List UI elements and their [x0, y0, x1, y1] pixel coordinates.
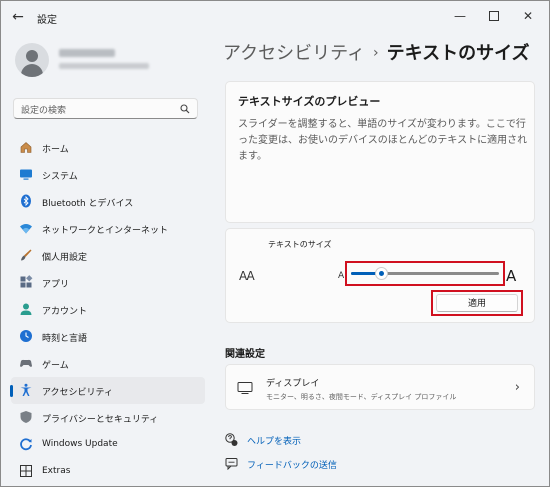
maximize-icon	[489, 10, 499, 21]
wifi-icon	[20, 224, 32, 234]
sidebar-item-time-language[interactable]: 時刻と言語	[11, 323, 205, 350]
chevron-right-icon: ›	[514, 380, 520, 395]
sidebar-item-accessibility[interactable]: アクセシビリティ	[10, 377, 205, 404]
preview-text: スライダーを調整すると、単語のサイズが変わります。ここで行った変更は、お使いのデ…	[238, 119, 528, 162]
sidebar-item-home[interactable]: ホーム	[11, 134, 205, 161]
back-button[interactable]: ←	[7, 7, 29, 27]
sidebar-item-privacy[interactable]: プライバシーとセキュリティ	[11, 404, 205, 431]
close-button[interactable]: ✕	[511, 5, 545, 27]
sidebar-nav: ホーム システム Bluetooth とデバイス ネットワークとインターネット	[10, 134, 205, 485]
minimize-button[interactable]: —	[443, 5, 477, 27]
display-subtitle: モニター、明るさ、夜間モード、ディスプレイ プロファイル	[266, 393, 457, 401]
search-placeholder: 設定の検索	[21, 106, 67, 116]
avatar-head	[26, 50, 38, 62]
sidebar-item-network[interactable]: ネットワークとインターネット	[11, 215, 205, 242]
slider-max-label: A	[506, 267, 517, 285]
bluetooth-icon	[21, 194, 31, 208]
avatar[interactable]	[15, 43, 49, 77]
sidebar-item-label: システム	[42, 172, 78, 182]
slider-thumb[interactable]	[375, 268, 387, 279]
sidebar-item-extras[interactable]: Extras	[11, 458, 205, 485]
text-size-icon: AA	[239, 269, 255, 283]
slider-highlight	[345, 261, 505, 286]
sidebar-item-gaming[interactable]: ゲーム	[11, 350, 205, 377]
sidebar-item-label: アクセシビリティ	[42, 388, 114, 398]
sidebar-item-personalization[interactable]: 個人用設定	[11, 242, 205, 269]
sidebar-item-label: アプリ	[42, 280, 70, 290]
maximize-button[interactable]	[477, 5, 511, 27]
sidebar-item-label: Bluetooth とデバイス	[42, 199, 134, 209]
accessibility-icon	[20, 383, 32, 396]
search-icon	[180, 104, 190, 114]
extras-icon	[20, 465, 32, 477]
feedback-link-label[interactable]: フィードバックの送信	[247, 458, 337, 471]
sidebar-item-system[interactable]: システム	[11, 161, 205, 188]
sidebar-item-accounts[interactable]: アカウント	[11, 296, 205, 323]
help-icon	[225, 433, 238, 446]
user-email-redacted	[59, 63, 149, 69]
display-title: ディスプレイ	[266, 379, 320, 389]
text-size-label: テキストのサイズ	[268, 240, 332, 249]
sidebar-item-label: 個人用設定	[42, 253, 88, 263]
apply-highlight: 適用	[431, 290, 523, 316]
sidebar-item-label: 時刻と言語	[42, 334, 88, 344]
breadcrumb: アクセシビリティ › テキストのサイズ	[223, 39, 530, 65]
title-bar: ← 設定 — ✕	[1, 1, 549, 33]
user-name-redacted	[59, 49, 115, 57]
preview-title: テキストサイズのプレビュー	[238, 95, 381, 108]
sidebar-item-label: ホーム	[42, 145, 69, 155]
sidebar-item-label: ネットワークとインターネット	[42, 226, 169, 236]
text-size-card: テキストのサイズ AA A A 適用	[225, 228, 535, 323]
page-title: テキストのサイズ	[386, 43, 530, 64]
system-icon	[20, 169, 32, 180]
sidebar-item-label: ゲーム	[42, 361, 69, 371]
shield-icon	[20, 411, 32, 423]
sidebar-item-label: アカウント	[42, 307, 88, 317]
breadcrumb-separator: ›	[373, 45, 379, 61]
app-title: 設定	[37, 15, 57, 26]
sidebar-item-label: Windows Update	[42, 439, 118, 449]
gamepad-icon	[20, 359, 32, 367]
help-link-label[interactable]: ヘルプを表示	[247, 434, 301, 447]
display-icon	[237, 382, 253, 394]
slider-min-label: A	[338, 271, 345, 281]
sidebar-item-bluetooth[interactable]: Bluetooth とデバイス	[11, 188, 205, 215]
windows-update-icon	[20, 438, 32, 451]
text-size-slider[interactable]	[351, 268, 499, 279]
related-settings-heading: 関連設定	[225, 349, 265, 360]
apply-button[interactable]: 適用	[436, 294, 518, 312]
time-language-icon	[20, 330, 32, 342]
sidebar-item-label: プライバシーとセキュリティ	[42, 415, 159, 425]
brush-icon	[21, 249, 32, 261]
avatar-body	[21, 64, 43, 77]
apps-icon	[20, 275, 33, 288]
search-input[interactable]: 設定の検索	[13, 98, 198, 119]
sidebar-item-apps[interactable]: アプリ	[11, 269, 205, 296]
sidebar-item-label: Extras	[42, 466, 71, 476]
account-icon	[20, 303, 32, 315]
breadcrumb-parent[interactable]: アクセシビリティ	[223, 43, 365, 64]
text-preview-card: テキストサイズのプレビュー スライダーを調整すると、単語のサイズが変わります。こ…	[225, 81, 535, 223]
feedback-icon	[225, 458, 238, 470]
settings-window: ← 設定 — ✕ 設定の検索 ホーム システム Bluetooth とデバイス …	[0, 0, 550, 487]
selection-indicator	[10, 385, 13, 397]
home-icon	[20, 142, 32, 153]
sidebar-item-windows-update[interactable]: Windows Update	[11, 431, 205, 458]
display-settings-link[interactable]: ディスプレイ モニター、明るさ、夜間モード、ディスプレイ プロファイル ›	[225, 364, 535, 410]
